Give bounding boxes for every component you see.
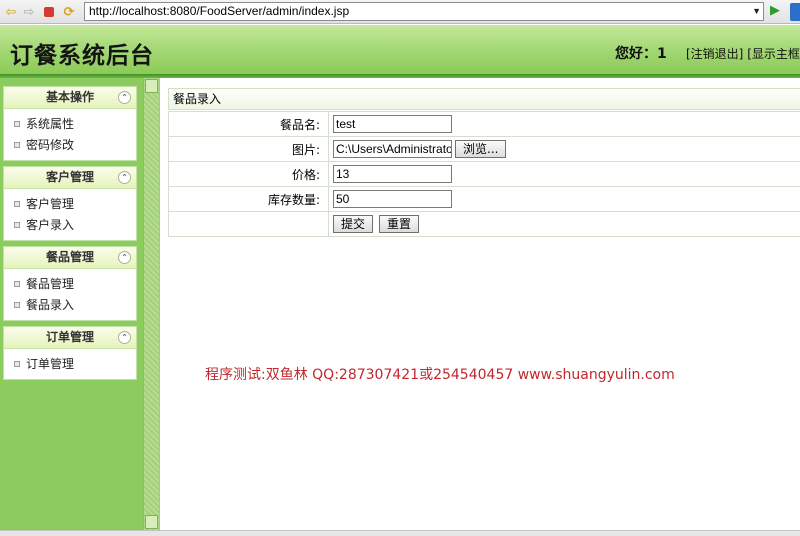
sidebar-item-label: 餐品录入 — [26, 298, 75, 312]
sidebar-item-label: 订单管理 — [26, 357, 75, 371]
go-arrow-icon[interactable]: ▶ — [770, 3, 780, 18]
collapse-icon[interactable]: ⌃ — [118, 91, 131, 104]
app-title: 订餐系统后台 — [10, 43, 154, 69]
browse-button[interactable]: 浏览... — [455, 140, 507, 158]
sidebar-item-system-properties[interactable]: 系统属性 — [4, 114, 136, 135]
logout-link[interactable]: [注销退出] — [686, 47, 743, 61]
bullet-icon — [14, 142, 20, 148]
stop-icon[interactable] — [40, 3, 58, 21]
refresh-icon[interactable]: ⟳ — [60, 3, 78, 21]
form-row-name: 餐品名: test — [168, 111, 800, 137]
collapse-icon[interactable]: ⌃ — [118, 171, 131, 184]
sidebar-group-header[interactable]: 餐品管理 ⌃ — [4, 247, 136, 269]
sidebar-group-header[interactable]: 订单管理 ⌃ — [4, 327, 136, 349]
price-label: 价格: — [168, 161, 329, 187]
bullet-icon — [14, 361, 20, 367]
reset-button[interactable]: 重置 — [379, 215, 420, 233]
bullet-icon — [14, 201, 20, 207]
sidebar-group-title: 餐品管理 — [45, 250, 94, 264]
collapse-icon[interactable]: ⌃ — [118, 331, 131, 344]
app-header: 订餐系统后台 您好：1 [注销退出] [显示主框架 — [0, 25, 800, 74]
food-name-input[interactable]: test — [333, 115, 452, 133]
stock-input[interactable]: 50 — [333, 190, 452, 208]
greeting: 您好：1 — [615, 46, 667, 62]
sidebar-item-customer-add[interactable]: 客户录入 — [4, 215, 136, 236]
sidebar-group-basic: 基本操作 ⌃ 系统属性 密码修改 — [3, 86, 137, 161]
stock-label: 库存数量: — [168, 186, 329, 212]
submit-button[interactable]: 提交 — [333, 215, 374, 233]
chevron-down-icon[interactable]: ▼ — [752, 3, 761, 20]
collapse-icon[interactable]: ⌃ — [118, 251, 131, 264]
sidebar-group-food: 餐品管理 ⌃ 餐品管理 餐品录入 — [3, 246, 137, 321]
frame-splitter[interactable] — [143, 78, 159, 530]
sidebar-group-header[interactable]: 客户管理 ⌃ — [4, 167, 136, 189]
forward-arrow-icon[interactable]: ⇨ — [20, 3, 38, 21]
address-url: http://localhost:8080/FoodServer/admin/i… — [89, 4, 350, 18]
sidebar-group-title: 订单管理 — [45, 330, 94, 344]
show-frame-link[interactable]: [显示主框架 — [747, 47, 800, 61]
panel-title: 餐品录入 — [168, 88, 800, 110]
browser-extension-icon[interactable] — [790, 3, 800, 21]
sidebar-item-label: 客户录入 — [26, 218, 75, 232]
sidebar-item-food-add[interactable]: 餐品录入 — [4, 295, 136, 316]
form-row-actions: 提交 重置 — [168, 211, 800, 237]
bullet-icon — [14, 121, 20, 127]
sidebar-item-change-password[interactable]: 密码修改 — [4, 135, 136, 156]
main-content: 餐品录入 餐品名: test 图片: C:\Users\Administrato… — [159, 78, 800, 530]
status-strip — [0, 530, 800, 536]
form-row-image: 图片: C:\Users\Administrator\ 浏览... — [168, 136, 800, 162]
sidebar-item-order-manage[interactable]: 订单管理 — [4, 354, 136, 375]
sidebar-item-food-manage[interactable]: 餐品管理 — [4, 274, 136, 295]
sidebar-group-title: 客户管理 — [45, 170, 94, 184]
scroll-down-button[interactable] — [145, 515, 158, 529]
image-file-field: C:\Users\Administrator\ 浏览... — [333, 140, 800, 158]
bullet-icon — [14, 222, 20, 228]
name-label: 餐品名: — [168, 111, 329, 137]
sidebar-item-label: 系统属性 — [26, 117, 75, 131]
address-bar[interactable]: http://localhost:8080/FoodServer/admin/i… — [84, 2, 764, 21]
bullet-icon — [14, 302, 20, 308]
sidebar-group-customers: 客户管理 ⌃ 客户管理 客户录入 — [3, 166, 137, 241]
sidebar-item-label: 客户管理 — [26, 197, 75, 211]
sidebar-group-header[interactable]: 基本操作 ⌃ — [4, 87, 136, 109]
sidebar-item-label: 密码修改 — [26, 138, 75, 152]
bullet-icon — [14, 281, 20, 287]
back-arrow-icon[interactable]: ⇦ — [2, 3, 20, 21]
food-entry-form: 餐品名: test 图片: C:\Users\Administrator\ 浏览… — [168, 111, 800, 237]
sidebar-group-title: 基本操作 — [45, 90, 94, 104]
sidebar-item-customer-manage[interactable]: 客户管理 — [4, 194, 136, 215]
scroll-up-button[interactable] — [145, 79, 158, 93]
watermark-text: 程序测试:双鱼林 QQ:287307421或254540457 www.shua… — [205, 367, 675, 383]
price-input[interactable]: 13 — [333, 165, 452, 183]
browser-toolbar: ⇦ ⇨ ⟳ http://localhost:8080/FoodServer/a… — [0, 0, 800, 24]
sidebar-item-label: 餐品管理 — [26, 277, 75, 291]
form-row-stock: 库存数量: 50 — [168, 186, 800, 212]
form-row-price: 价格: 13 — [168, 161, 800, 187]
image-label: 图片: — [168, 136, 329, 162]
image-path-input[interactable]: C:\Users\Administrator\ — [333, 140, 452, 158]
header-links: [注销退出] [显示主框架 — [686, 45, 800, 62]
sidebar: 基本操作 ⌃ 系统属性 密码修改 客户管理 ⌃ 客户管理 客户录入 餐品管理 ⌃… — [0, 78, 143, 530]
sidebar-group-orders: 订单管理 ⌃ 订单管理 — [3, 326, 137, 380]
